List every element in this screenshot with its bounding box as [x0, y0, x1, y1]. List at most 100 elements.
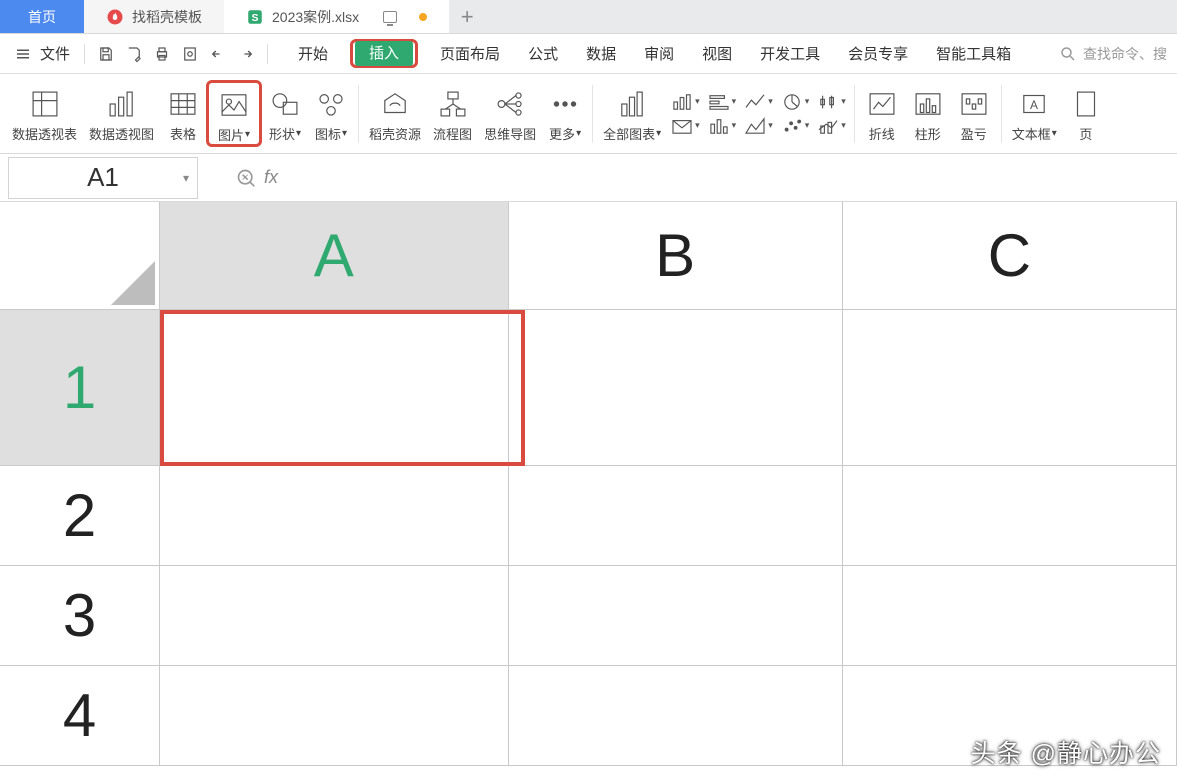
cell-B1[interactable] [509, 310, 843, 466]
menutab-formula[interactable]: 公式 [526, 39, 560, 68]
formula-bar: A1▾ fx [0, 154, 1177, 202]
mini-stock-icon[interactable]: ▾ [817, 93, 846, 111]
ribbon-pivot-chart[interactable]: 数据透视图 [83, 74, 160, 153]
cell-A1[interactable] [160, 310, 509, 466]
mini-bar-icon[interactable]: ▾ [671, 93, 700, 111]
file-menu[interactable]: 文件 [40, 43, 70, 64]
menutab-insert[interactable]: 插入 [355, 41, 413, 66]
mini-scatter-icon[interactable]: ▾ [781, 117, 810, 135]
menutab-member[interactable]: 会员专享 [846, 39, 910, 68]
row-header-1[interactable]: 1 [0, 310, 160, 466]
new-tab-button[interactable]: + [449, 0, 485, 33]
ribbon-page[interactable]: 页 [1063, 74, 1109, 153]
ribbon-chart-minis-3: ▾ ▾ [740, 74, 777, 153]
ribbon-chart-minis-5: ▾ ▾ [813, 74, 850, 153]
menutab-smarttools[interactable]: 智能工具箱 [934, 39, 1013, 68]
command-search[interactable]: 查找命令、搜 [1059, 44, 1167, 64]
preview-icon[interactable] [177, 41, 203, 67]
chevron-down-icon: ▾ [183, 171, 189, 185]
svg-text:S: S [251, 11, 258, 23]
tab-templates[interactable]: 找稻壳模板 [84, 0, 224, 33]
select-all-corner[interactable] [0, 202, 160, 310]
cell-B2[interactable] [509, 466, 843, 566]
col-header-A[interactable]: A [160, 202, 509, 310]
menutab-data[interactable]: 数据 [584, 39, 618, 68]
cell-A3[interactable] [160, 566, 509, 666]
svg-text:A: A [1030, 98, 1038, 112]
cells [160, 310, 1177, 766]
cell-A2[interactable] [160, 466, 509, 566]
ribbon-mindmap[interactable]: 思维导图 [478, 74, 542, 153]
ribbon-chart-minis-4: ▾ ▾ [777, 74, 814, 153]
tab-file-label: 2023案例.xlsx [272, 7, 359, 27]
ribbon-sparkline-line[interactable]: 折线 [859, 74, 905, 153]
mini-envelope-icon[interactable]: ▾ [671, 117, 700, 135]
ribbon-chart-minis-1: ▾ ▾ [667, 74, 704, 153]
search-placeholder: 查找命令、搜 [1083, 44, 1167, 64]
menutab-devtools[interactable]: 开发工具 [758, 39, 822, 68]
menutab-start[interactable]: 开始 [296, 39, 330, 68]
menutab-review[interactable]: 审阅 [642, 39, 676, 68]
ribbon-more[interactable]: 更多▾ [542, 74, 588, 153]
tab-file[interactable]: S 2023案例.xlsx [224, 0, 449, 33]
menubar: 文件 开始 插入 页面布局 公式 数据 审阅 视图 开发工具 会员专享 智能工具… [0, 34, 1177, 74]
row-header-3[interactable]: 3 [0, 566, 160, 666]
cell-C1[interactable] [843, 310, 1177, 466]
insert-highlight-box: 插入 [350, 39, 418, 68]
cell-B4[interactable] [509, 666, 843, 766]
column-headers: A B C [160, 202, 1177, 310]
menutab-pagelayout[interactable]: 页面布局 [438, 39, 502, 68]
print-icon[interactable] [149, 41, 175, 67]
name-box[interactable]: A1▾ [8, 157, 198, 199]
ribbon-flowchart[interactable]: 流程图 [427, 74, 478, 153]
tab-templates-label: 找稻壳模板 [132, 7, 202, 27]
col-header-C[interactable]: C [843, 202, 1177, 310]
cell-C2[interactable] [843, 466, 1177, 566]
row-header-2[interactable]: 2 [0, 466, 160, 566]
redo-icon[interactable] [233, 41, 259, 67]
ribbon-textbox[interactable]: A文本框▾ [1006, 74, 1063, 153]
ribbon-icons[interactable]: 图标▾ [308, 74, 354, 153]
save-icon[interactable] [93, 41, 119, 67]
ribbon-insert: 数据透视表 数据透视图 表格 图片▾ 形状▾ 图标▾ 稻壳资源 流程图 思维导图… [0, 74, 1177, 154]
mini-hbar-icon[interactable]: ▾ [708, 93, 737, 111]
ribbon-shapes[interactable]: 形状▾ [262, 74, 308, 153]
mini-combo-icon[interactable]: ▾ [817, 117, 846, 135]
spreadsheet-icon: S [246, 8, 264, 26]
menu-tabs: 开始 插入 页面布局 公式 数据 审阅 视图 开发工具 会员专享 智能工具箱 [296, 39, 1013, 68]
ribbon-chart-minis-2: ▾ ▾ [704, 74, 741, 153]
row-headers: 1 2 3 4 [0, 310, 160, 766]
ribbon-table[interactable]: 表格 [160, 74, 206, 153]
col-header-B[interactable]: B [509, 202, 843, 310]
cell-A4[interactable] [160, 666, 509, 766]
hamburger-icon[interactable] [10, 41, 36, 67]
tab-home-label: 首页 [28, 7, 56, 27]
mini-line-icon[interactable]: ▾ [744, 93, 773, 111]
menutab-view[interactable]: 视图 [700, 39, 734, 68]
ribbon-pivot-table[interactable]: 数据透视表 [6, 74, 83, 153]
cancel-fx-icon[interactable] [236, 168, 256, 188]
cell-B3[interactable] [509, 566, 843, 666]
mini-pie-icon[interactable]: ▾ [781, 93, 810, 111]
unsaved-dot-icon [419, 13, 427, 21]
search-icon [1059, 45, 1077, 63]
window-tabs: 首页 找稻壳模板 S 2023案例.xlsx + [0, 0, 1177, 34]
mini-column-icon[interactable]: ▾ [708, 117, 737, 135]
save-as-icon[interactable] [121, 41, 147, 67]
ribbon-picture[interactable]: 图片▾ [211, 85, 257, 144]
ribbon-sparkline-winloss[interactable]: 盈亏 [951, 74, 997, 153]
corner-triangle-icon [111, 261, 155, 305]
ribbon-allcharts[interactable]: 全部图表▾ [597, 74, 667, 153]
mini-area-icon[interactable]: ▾ [744, 117, 773, 135]
ribbon-docer[interactable]: 稻壳资源 [363, 74, 427, 153]
picture-highlight-box: 图片▾ [206, 80, 262, 147]
tab-home[interactable]: 首页 [0, 0, 84, 33]
cell-C3[interactable] [843, 566, 1177, 666]
undo-icon[interactable] [205, 41, 231, 67]
ribbon-sparkline-column[interactable]: 柱形 [905, 74, 951, 153]
fire-icon [106, 8, 124, 26]
watermark: 头条 @静心办公 [971, 734, 1161, 770]
row-header-4[interactable]: 4 [0, 666, 160, 766]
fx-icon[interactable]: fx [264, 167, 278, 188]
monitor-icon [383, 11, 397, 23]
